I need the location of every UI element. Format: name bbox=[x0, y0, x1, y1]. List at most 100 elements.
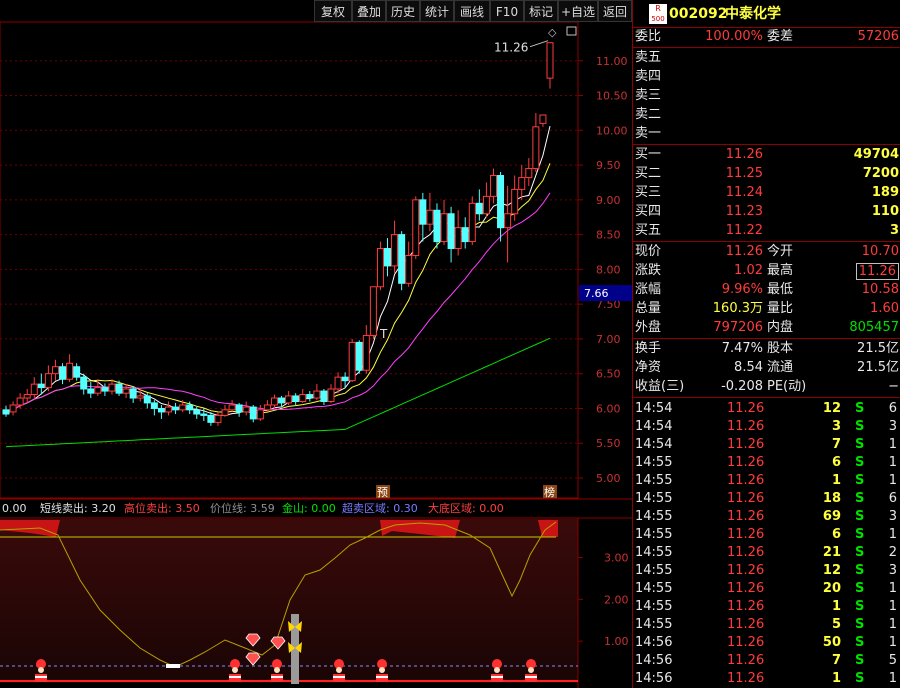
fundamental-stat-row: 换手 7.47% 股本 21.5亿 bbox=[633, 340, 900, 358]
tick-price: 11.26 bbox=[727, 401, 765, 416]
indicator-axis-label: 3.00 bbox=[604, 551, 629, 564]
sell-level-label: 卖三 bbox=[635, 88, 662, 103]
stock-badge[interactable]: R 500 bbox=[649, 4, 667, 24]
candle-body bbox=[193, 409, 201, 415]
tick-row[interactable]: 14:55 11.26 18 S 6 bbox=[633, 490, 900, 508]
tick-time: 14:55 bbox=[635, 455, 673, 470]
toolbar-button-history[interactable]: 历史 bbox=[386, 0, 420, 22]
quote-stat-value: 10.58 bbox=[861, 282, 899, 297]
candle-body bbox=[16, 397, 24, 406]
quote-stat-row: 总量 160.3万 量比 1.60 bbox=[633, 300, 900, 318]
tick-row[interactable]: 14:54 11.26 3 S 3 bbox=[633, 418, 900, 436]
tick-time: 14:55 bbox=[635, 599, 673, 614]
weibi-label: 委比 bbox=[635, 29, 662, 44]
quote-stat-row: 涨幅 9.96% 最低 10.58 bbox=[633, 281, 900, 299]
tick-row[interactable]: 14:54 11.26 12 S 6 bbox=[633, 400, 900, 418]
candle-body bbox=[355, 341, 363, 371]
quote-stat-value: 805457 bbox=[849, 320, 899, 335]
tick-price: 11.26 bbox=[727, 635, 765, 650]
diamond-icon[interactable]: ◇ bbox=[548, 26, 557, 39]
tick-flag: S bbox=[855, 635, 865, 650]
tick-volume: 1 bbox=[831, 599, 841, 614]
indicator-legend-label: 大底区域: bbox=[428, 502, 480, 515]
fundamental-stat-row: 净资 8.54 流通 21.5亿 bbox=[633, 359, 900, 377]
buy-level-row: 买二 11.25 7200 bbox=[633, 165, 900, 183]
tick-row[interactable]: 14:55 11.26 6 S 1 bbox=[633, 454, 900, 472]
sell-level-label: 卖四 bbox=[635, 69, 662, 84]
quote-stat-value: 160.3万 bbox=[712, 301, 763, 316]
toolbar-button-stats[interactable]: 统计 bbox=[420, 0, 454, 22]
tick-row[interactable]: 14:56 11.26 7 S 5 bbox=[633, 652, 900, 670]
tick-row[interactable]: 14:55 11.26 20 S 1 bbox=[633, 580, 900, 598]
fundamental-stat-label: 收益(三) bbox=[635, 379, 685, 394]
tick-time: 14:55 bbox=[635, 491, 673, 506]
indicator-legend-item: 价位线: 3.59 bbox=[210, 500, 275, 518]
tick-row[interactable]: 14:55 11.26 5 S 1 bbox=[633, 616, 900, 634]
tick-row[interactable]: 14:56 11.26 50 S 1 bbox=[633, 634, 900, 652]
buy-level-price: 11.24 bbox=[725, 185, 763, 200]
indicator-legend-value: 0.30 bbox=[393, 502, 418, 515]
tick-row[interactable]: 14:56 11.26 1 S 1 bbox=[633, 670, 900, 688]
toolbar-button-fuquan[interactable]: 复权 bbox=[314, 0, 352, 22]
indicator-axis-label: 1.00 bbox=[604, 635, 629, 648]
price-axis-label: 6.00 bbox=[596, 402, 621, 415]
quote-stat-value: 1.02 bbox=[734, 263, 763, 278]
quote-stat-label: 外盘 bbox=[635, 320, 662, 335]
buy-level-label: 买一 bbox=[635, 147, 662, 162]
high-annotation: 11.26 bbox=[494, 41, 528, 55]
quote-stat-label: 量比 bbox=[767, 301, 794, 316]
tick-time: 14:54 bbox=[635, 401, 673, 416]
buy-level-volume: 3 bbox=[889, 223, 899, 238]
price-axis-label: 5.50 bbox=[596, 437, 621, 450]
tick-time: 14:55 bbox=[635, 473, 673, 488]
candle-body bbox=[433, 209, 441, 243]
candle-body bbox=[9, 404, 17, 413]
tick-price: 11.26 bbox=[727, 527, 765, 542]
toolbar-button-mark[interactable]: 标记 bbox=[524, 0, 558, 22]
tick-time: 14:55 bbox=[635, 509, 673, 524]
tick-row[interactable]: 14:54 11.26 7 S 1 bbox=[633, 436, 900, 454]
candle-body bbox=[306, 394, 314, 399]
tick-flag: S bbox=[855, 455, 865, 470]
candle-body bbox=[313, 390, 321, 399]
toolbar-button-f10[interactable]: F10 bbox=[490, 0, 524, 22]
tick-time: 14:56 bbox=[635, 671, 673, 686]
buy-level-price: 11.22 bbox=[725, 223, 763, 238]
candle-body bbox=[348, 341, 356, 382]
candle-body bbox=[299, 394, 307, 403]
toolbar-button-overlay[interactable]: 叠加 bbox=[352, 0, 386, 22]
candle-body bbox=[235, 404, 243, 413]
tick-time: 14:55 bbox=[635, 563, 673, 578]
tick-row[interactable]: 14:55 11.26 21 S 2 bbox=[633, 544, 900, 562]
tick-count: 3 bbox=[888, 419, 897, 434]
indicator-legend-value: 3.50 bbox=[175, 502, 200, 515]
weibi-value: 100.00% bbox=[705, 29, 763, 44]
toolbar-button-back[interactable]: 返回 bbox=[598, 0, 632, 22]
fundamental-stat-value: 8.54 bbox=[734, 360, 763, 375]
kline-chart-area[interactable]: 11.00 10.50 10.00 9.50 9.00 8.50 8.00 7.50 7.00 6… bbox=[0, 0, 632, 688]
tick-row[interactable]: 14:55 11.26 69 S 3 bbox=[633, 508, 900, 526]
toolbar-button-add-watchlist[interactable]: +自选 bbox=[558, 0, 598, 22]
tick-row[interactable]: 14:55 11.26 6 S 1 bbox=[633, 526, 900, 544]
tick-row[interactable]: 14:55 11.26 1 S 1 bbox=[633, 472, 900, 490]
candle-body bbox=[405, 254, 413, 284]
tick-row[interactable]: 14:55 11.26 1 S 1 bbox=[633, 598, 900, 616]
tick-row[interactable]: 14:55 11.26 12 S 3 bbox=[633, 562, 900, 580]
kline-chart[interactable]: 11.0010.5010.009.509.008.508.007.507.006… bbox=[0, 0, 632, 688]
price-axis-label: 8.50 bbox=[596, 229, 621, 242]
tick-time: 14:56 bbox=[635, 635, 673, 650]
sell-level-row: 卖一 bbox=[633, 125, 900, 143]
tick-flag: S bbox=[855, 473, 865, 488]
toolbar-button-draw[interactable]: 画线 bbox=[454, 0, 490, 22]
candle-body bbox=[475, 202, 483, 215]
tick-time: 14:54 bbox=[635, 419, 673, 434]
quote-stat-label: 现价 bbox=[635, 244, 662, 259]
tick-volume: 5 bbox=[831, 617, 841, 632]
tick-volume: 6 bbox=[831, 455, 841, 470]
candle-body bbox=[256, 409, 264, 420]
candle-body bbox=[334, 376, 342, 390]
candle-body bbox=[320, 390, 328, 403]
candle-body bbox=[546, 42, 554, 79]
fundamental-stat-label: PE(动) bbox=[767, 379, 807, 394]
tick-price: 11.26 bbox=[727, 491, 765, 506]
